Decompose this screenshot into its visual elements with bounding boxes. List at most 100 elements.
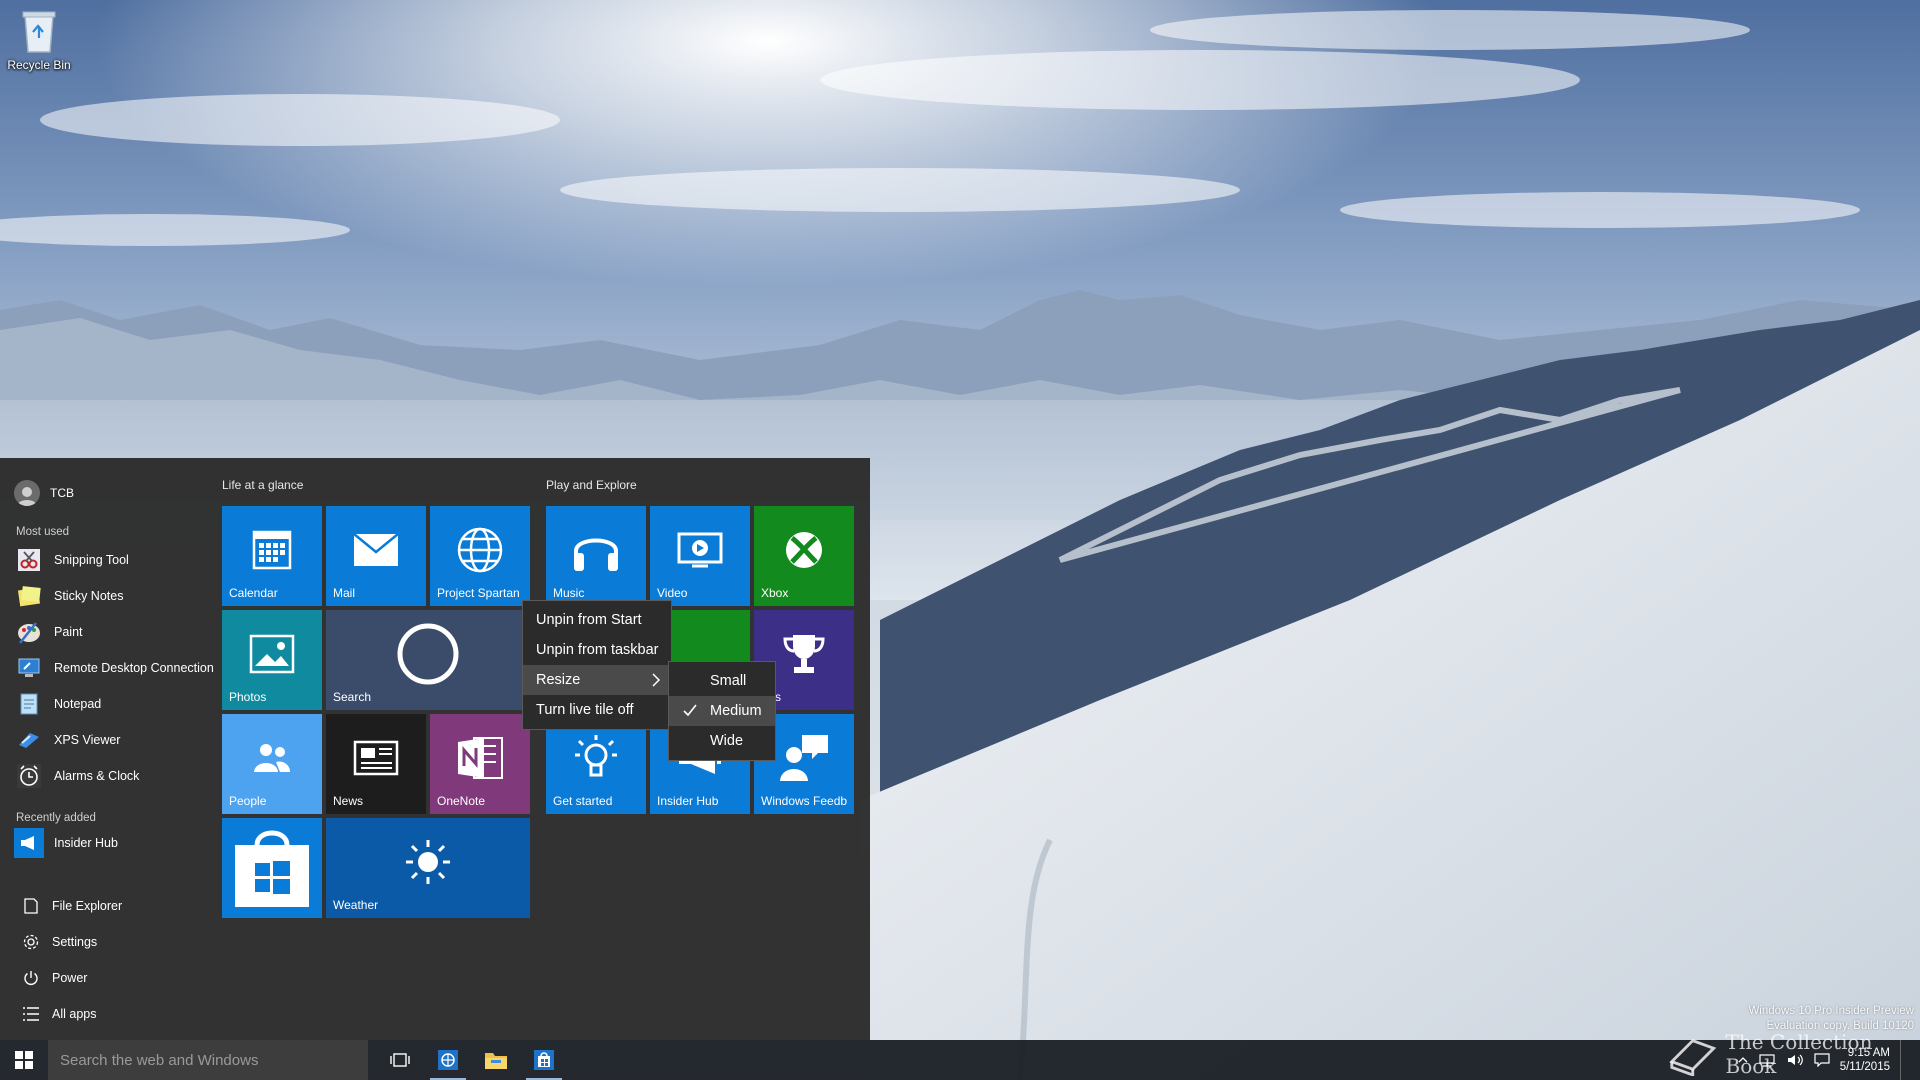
tile-onenote[interactable]: OneNote (430, 714, 530, 814)
notepad-icon (14, 689, 44, 719)
app-insider-hub[interactable]: Insider Hub (14, 825, 214, 861)
newspaper-icon (326, 730, 426, 786)
tile-label: Music (553, 586, 585, 600)
tile-news[interactable]: News (326, 714, 426, 814)
taskbar-app-browser[interactable] (424, 1040, 472, 1080)
folder-icon (485, 1053, 507, 1069)
app-alarms-clock[interactable]: Alarms & Clock (14, 758, 214, 794)
app-remote-desktop-connection[interactable]: Remote Desktop Connection (14, 650, 214, 686)
settings-button[interactable]: Settings (14, 924, 214, 960)
tile-label: Search (333, 690, 372, 704)
calendar-icon (222, 522, 322, 578)
tile-music[interactable]: Music (546, 506, 646, 606)
app-sticky-notes[interactable]: Sticky Notes (14, 578, 214, 614)
start-left-column: TCB Most used Snipping Tool Sticky Notes (0, 458, 214, 1040)
envelope-icon (326, 522, 426, 578)
all-apps-button[interactable]: All apps (22, 1006, 96, 1022)
tile-mail[interactable]: Mail (326, 506, 426, 606)
store-icon (534, 1050, 554, 1070)
list-icon (23, 1007, 39, 1021)
menu-item-turn-live-tile-off[interactable]: Turn live tile off (523, 695, 671, 725)
tile-label: Photos (229, 690, 267, 704)
watermark-line-1: Windows 10 Pro Insider Preview (1748, 1005, 1914, 1017)
onenote-icon (430, 730, 530, 786)
windows-logo-icon (15, 1051, 33, 1069)
app-label: Alarms & Clock (54, 769, 140, 783)
chevron-right-icon (652, 673, 661, 687)
tile-label: Video (657, 586, 688, 600)
recently-added-heading: Recently added (16, 812, 96, 824)
taskbar-search-box[interactable]: Search the web and Windows (48, 1040, 368, 1080)
browser-globe-icon (438, 1050, 458, 1070)
site-watermark-text: The Collection Book (1725, 1030, 1873, 1078)
app-notepad[interactable]: Notepad (14, 686, 214, 722)
user-account-button[interactable]: TCB (14, 478, 74, 508)
menu-item-medium[interactable]: Medium (669, 696, 775, 726)
menu-item-label: Small (710, 673, 747, 689)
checkmark-icon (683, 704, 697, 717)
menu-item-label: Medium (710, 703, 762, 719)
power-label: Power (52, 971, 88, 985)
cortana-ring-icon (326, 623, 530, 685)
app-snipping-tool[interactable]: Snipping Tool (14, 542, 214, 578)
globe-icon (430, 522, 530, 578)
menu-item-label: Wide (710, 733, 744, 749)
tile-project-spartan[interactable]: Project Spartan (430, 506, 530, 606)
user-avatar-icon (14, 480, 40, 506)
headphones-icon (546, 522, 646, 578)
book-icon (1669, 1039, 1717, 1076)
xps-icon (14, 725, 44, 755)
tile-people[interactable]: People (222, 714, 322, 814)
tile-xbox[interactable]: Xbox (754, 506, 854, 606)
resize-submenu: Small Medium Wide (668, 661, 776, 761)
menu-item-small[interactable]: Small (669, 666, 775, 696)
gear-icon (23, 934, 39, 950)
sun-icon (326, 834, 530, 890)
search-placeholder: Search the web and Windows (60, 1051, 259, 1069)
menu-item-label: Unpin from taskbar (536, 642, 659, 658)
menu-item-label: Resize (536, 672, 581, 688)
taskbar-app-store[interactable] (520, 1040, 568, 1080)
palette-icon (14, 617, 44, 647)
start-button[interactable] (0, 1040, 48, 1080)
video-play-icon (650, 522, 750, 578)
recycle-bin-desktop-icon[interactable]: Recycle Bin (4, 6, 74, 72)
app-label: Snipping Tool (54, 553, 129, 567)
most-used-heading: Most used (16, 526, 70, 538)
xbox-icon (754, 522, 854, 578)
tile-calendar[interactable]: Calendar (222, 506, 322, 606)
remote-desktop-icon (14, 653, 44, 683)
menu-item-wide[interactable]: Wide (669, 726, 775, 756)
tile-label: News (333, 794, 364, 808)
menu-item-unpin-from-taskbar[interactable]: Unpin from taskbar (523, 635, 671, 665)
task-view-button[interactable] (376, 1040, 424, 1080)
taskbar: Search the web and Windows 9:15 AM 5/11/… (0, 1040, 1920, 1080)
app-xps-viewer[interactable]: XPS Viewer (14, 722, 214, 758)
power-button[interactable]: Power (14, 960, 214, 996)
site-watermark-logo: The Collection Book (1668, 1030, 1920, 1078)
tile-video[interactable]: Video (650, 506, 750, 606)
menu-item-label: Unpin from Start (536, 612, 642, 628)
taskbar-app-file-explorer[interactable] (472, 1040, 520, 1080)
power-icon (24, 971, 38, 985)
tile-weather[interactable]: Weather (326, 818, 530, 918)
tile-label: Mail (333, 586, 356, 600)
app-label: Sticky Notes (54, 589, 124, 603)
menu-item-resize[interactable]: Resize (523, 665, 671, 695)
tile-photos[interactable]: Photos (222, 610, 322, 710)
tile-store[interactable] (222, 818, 322, 918)
tile-search[interactable]: Search (326, 610, 530, 710)
start-bottom-list: File Explorer Settings Power (14, 888, 214, 996)
tile-label: Windows Feedb (761, 794, 848, 808)
all-apps-label: All apps (52, 1007, 97, 1021)
menu-item-unpin-from-start[interactable]: Unpin from Start (523, 605, 671, 635)
app-label: XPS Viewer (54, 733, 121, 747)
tile-label: Weather (333, 898, 379, 912)
tile-label: Get started (553, 794, 613, 808)
file-explorer-button[interactable]: File Explorer (14, 888, 214, 924)
app-paint[interactable]: Paint (14, 614, 214, 650)
megaphone-icon (14, 828, 44, 858)
app-label: Paint (54, 625, 83, 639)
group-title-play-and-explore: Play and Explore (546, 478, 637, 492)
app-label: Insider Hub (54, 836, 118, 850)
